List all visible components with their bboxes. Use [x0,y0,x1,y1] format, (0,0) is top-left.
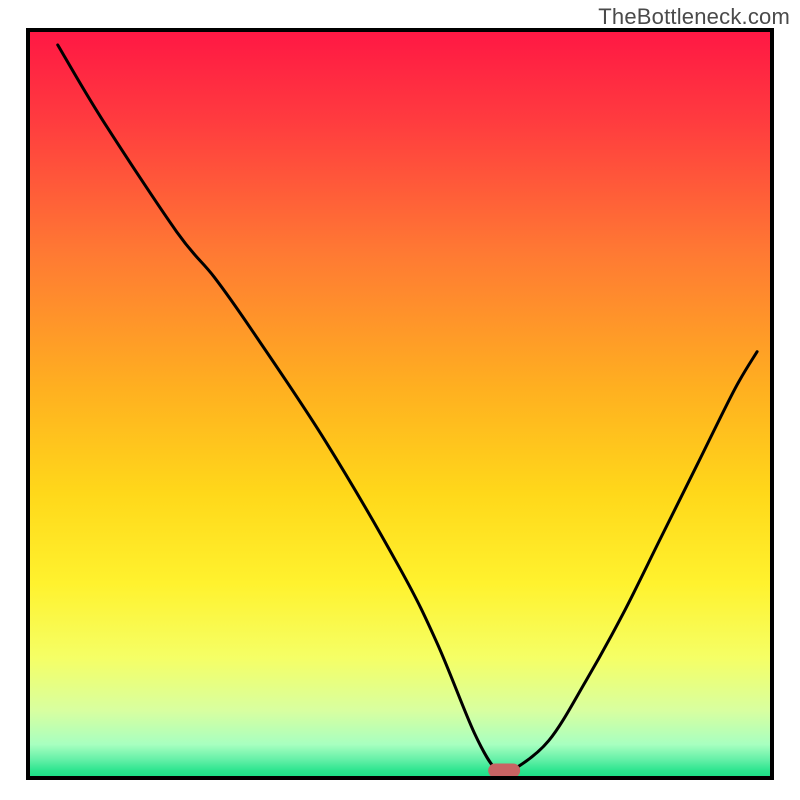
chart-container: TheBottleneck.com [0,0,800,800]
bottleneck-chart [0,0,800,800]
watermark-text: TheBottleneck.com [598,4,790,30]
optimal-marker [488,764,520,778]
gradient-background [28,30,772,778]
